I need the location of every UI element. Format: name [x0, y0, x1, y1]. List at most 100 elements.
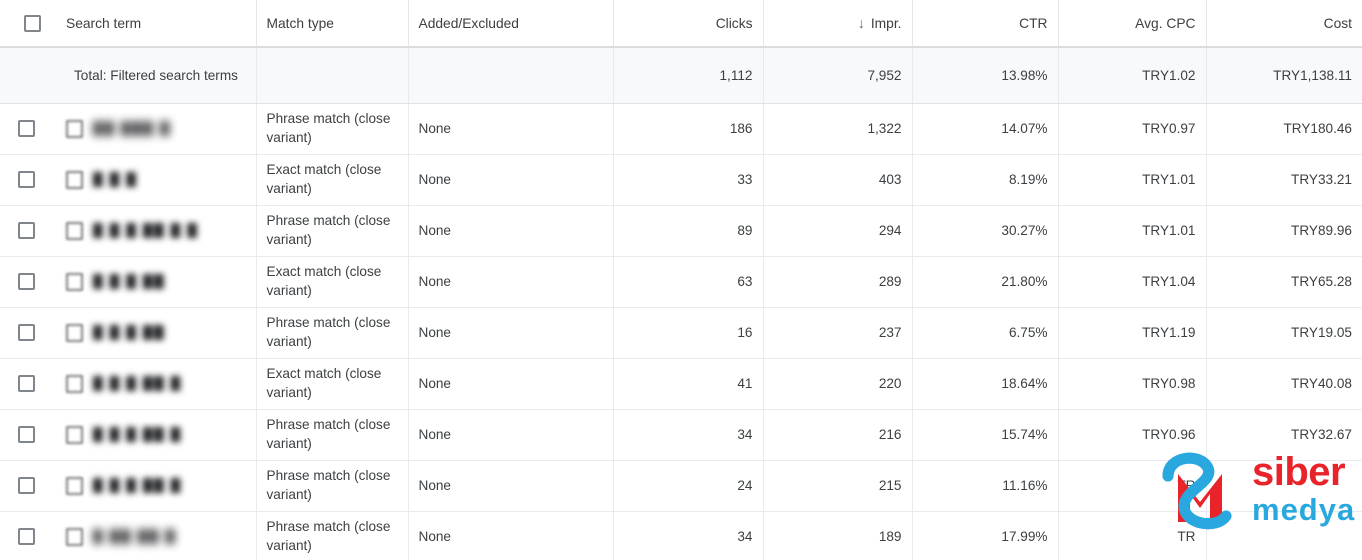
search-terms-table-panel: Search term Match type Added/Excluded Cl… — [0, 0, 1362, 560]
cell-added-excluded: None — [408, 460, 614, 512]
cell-cost: TRY33.21 — [1206, 154, 1362, 206]
column-header-cost[interactable]: Cost — [1206, 0, 1362, 48]
totals-cost: TRY1,138.11 — [1206, 47, 1362, 104]
row-select-checkbox[interactable] — [18, 375, 35, 392]
table-row[interactable]: ██ ███ █ Phrase match (close variant) No… — [0, 103, 1362, 155]
cell-search-term: █ █ █ ██ — [56, 307, 257, 359]
cell-ctr: 17.99% — [912, 511, 1059, 560]
cell-search-term: █ █ █ ██ █ — [56, 358, 257, 410]
table-row[interactable]: █ █ █ ██ █ Phrase match (close variant) … — [0, 460, 1362, 512]
cell-clicks: 34 — [613, 409, 764, 461]
cell-clicks: 41 — [613, 358, 764, 410]
row-checkbox-cell — [0, 154, 56, 206]
row-checkbox-cell — [0, 103, 56, 155]
row-select-checkbox[interactable] — [18, 324, 35, 341]
search-term-text: █ █ █ — [93, 172, 138, 187]
cell-clicks: 34 — [613, 511, 764, 560]
search-term-text: █ █ █ ██ █ — [93, 478, 182, 493]
cell-avg-cpc: TRY1.19 — [1058, 307, 1207, 359]
cell-search-term: ██ ███ █ — [56, 103, 257, 155]
row-select-checkbox[interactable] — [18, 477, 35, 494]
search-term-text: █ █ █ ██ — [93, 274, 166, 289]
cell-ctr: 21.80% — [912, 256, 1059, 308]
table-row[interactable]: █ █ █ ██ █ Exact match (close variant) N… — [0, 358, 1362, 410]
cell-impr: 220 — [763, 358, 913, 410]
table-row[interactable]: █ █ █ ██ Exact match (close variant) Non… — [0, 256, 1362, 308]
cell-added-excluded: None — [408, 205, 614, 257]
cell-impr: 1,322 — [763, 103, 913, 155]
row-select-checkbox[interactable] — [18, 426, 35, 443]
cell-avg-cpc: TRY1.04 — [1058, 256, 1207, 308]
table-row[interactable]: █ █ █ ██ Phrase match (close variant) No… — [0, 307, 1362, 359]
cell-match-type: Exact match (close variant) — [256, 256, 409, 308]
table-row[interactable]: █ █ █ ██ █ █ Phrase match (close variant… — [0, 205, 1362, 257]
row-checkbox-cell — [0, 409, 56, 461]
search-term-text: █ █ █ ██ — [93, 325, 166, 340]
cell-ctr: 11.16% — [912, 460, 1059, 512]
cell-cost: TRY32.67 — [1206, 409, 1362, 461]
cell-avg-cpc: TRY0.96 — [1058, 409, 1207, 461]
redacted-term-icon — [66, 527, 83, 546]
cell-avg-cpc: TRY1.01 — [1058, 154, 1207, 206]
cell-impr: 237 — [763, 307, 913, 359]
cell-avg-cpc: TR — [1058, 511, 1207, 560]
totals-added-excluded — [408, 47, 614, 104]
cell-ctr: 15.74% — [912, 409, 1059, 461]
row-select-checkbox[interactable] — [18, 171, 35, 188]
cell-clicks: 24 — [613, 460, 764, 512]
column-header-search-term[interactable]: Search term — [56, 0, 257, 48]
row-select-checkbox[interactable] — [18, 528, 35, 545]
cell-clicks: 89 — [613, 205, 764, 257]
cell-added-excluded: None — [408, 103, 614, 155]
table-row[interactable]: █ █ █ Exact match (close variant) None 3… — [0, 154, 1362, 206]
column-header-impr[interactable]: ↓ Impr. — [763, 0, 913, 48]
cell-match-type: Phrase match (close variant) — [256, 307, 409, 359]
cell-ctr: 8.19% — [912, 154, 1059, 206]
cell-clicks: 33 — [613, 154, 764, 206]
cell-added-excluded: None — [408, 409, 614, 461]
totals-label: Total: Filtered search terms — [56, 47, 257, 104]
cell-ctr: 30.27% — [912, 205, 1059, 257]
cell-search-term: █ █ █ ██ █ █ — [56, 205, 257, 257]
cell-avg-cpc: TRY1.01 — [1058, 205, 1207, 257]
search-term-text: █ █ █ ██ █ █ — [93, 223, 199, 238]
totals-checkbox-cell — [0, 47, 56, 104]
cell-ctr: 6.75% — [912, 307, 1059, 359]
column-header-match-type[interactable]: Match type — [256, 0, 409, 48]
cell-impr: 403 — [763, 154, 913, 206]
search-terms-table: Search term Match type Added/Excluded Cl… — [0, 0, 1362, 560]
redacted-term-icon — [66, 221, 83, 240]
cell-clicks: 16 — [613, 307, 764, 359]
redacted-term-icon — [66, 323, 83, 342]
table-row[interactable]: █ ██ ██ █ Phrase match (close variant) N… — [0, 511, 1362, 560]
search-term-text: █ ██ ██ █ — [93, 529, 177, 544]
totals-ctr: 13.98% — [912, 47, 1059, 104]
header-select-all-cell — [0, 0, 56, 48]
select-all-checkbox[interactable] — [23, 14, 41, 32]
cell-added-excluded: None — [408, 154, 614, 206]
column-header-avg-cpc[interactable]: Avg. CPC — [1058, 0, 1207, 48]
totals-impr: 7,952 — [763, 47, 913, 104]
redacted-term-icon — [66, 476, 83, 495]
redacted-term-icon — [66, 119, 83, 138]
row-checkbox-cell — [0, 256, 56, 308]
cell-avg-cpc: TRY0.97 — [1058, 103, 1207, 155]
table-row[interactable]: █ █ █ ██ █ Phrase match (close variant) … — [0, 409, 1362, 461]
cell-match-type: Phrase match (close variant) — [256, 205, 409, 257]
cell-search-term: █ █ █ ██ █ — [56, 460, 257, 512]
cell-added-excluded: None — [408, 358, 614, 410]
cell-match-type: Exact match (close variant) — [256, 154, 409, 206]
cell-clicks: 186 — [613, 103, 764, 155]
cell-cost — [1206, 511, 1362, 560]
column-header-clicks[interactable]: Clicks — [613, 0, 764, 48]
row-select-checkbox[interactable] — [18, 273, 35, 290]
column-header-added-excluded[interactable]: Added/Excluded — [408, 0, 614, 48]
cell-impr: 294 — [763, 205, 913, 257]
row-select-checkbox[interactable] — [18, 222, 35, 239]
row-checkbox-cell — [0, 460, 56, 512]
cell-match-type: Phrase match (close variant) — [256, 103, 409, 155]
cell-impr: 216 — [763, 409, 913, 461]
column-header-ctr[interactable]: CTR — [912, 0, 1059, 48]
row-checkbox-cell — [0, 205, 56, 257]
row-select-checkbox[interactable] — [18, 120, 35, 137]
